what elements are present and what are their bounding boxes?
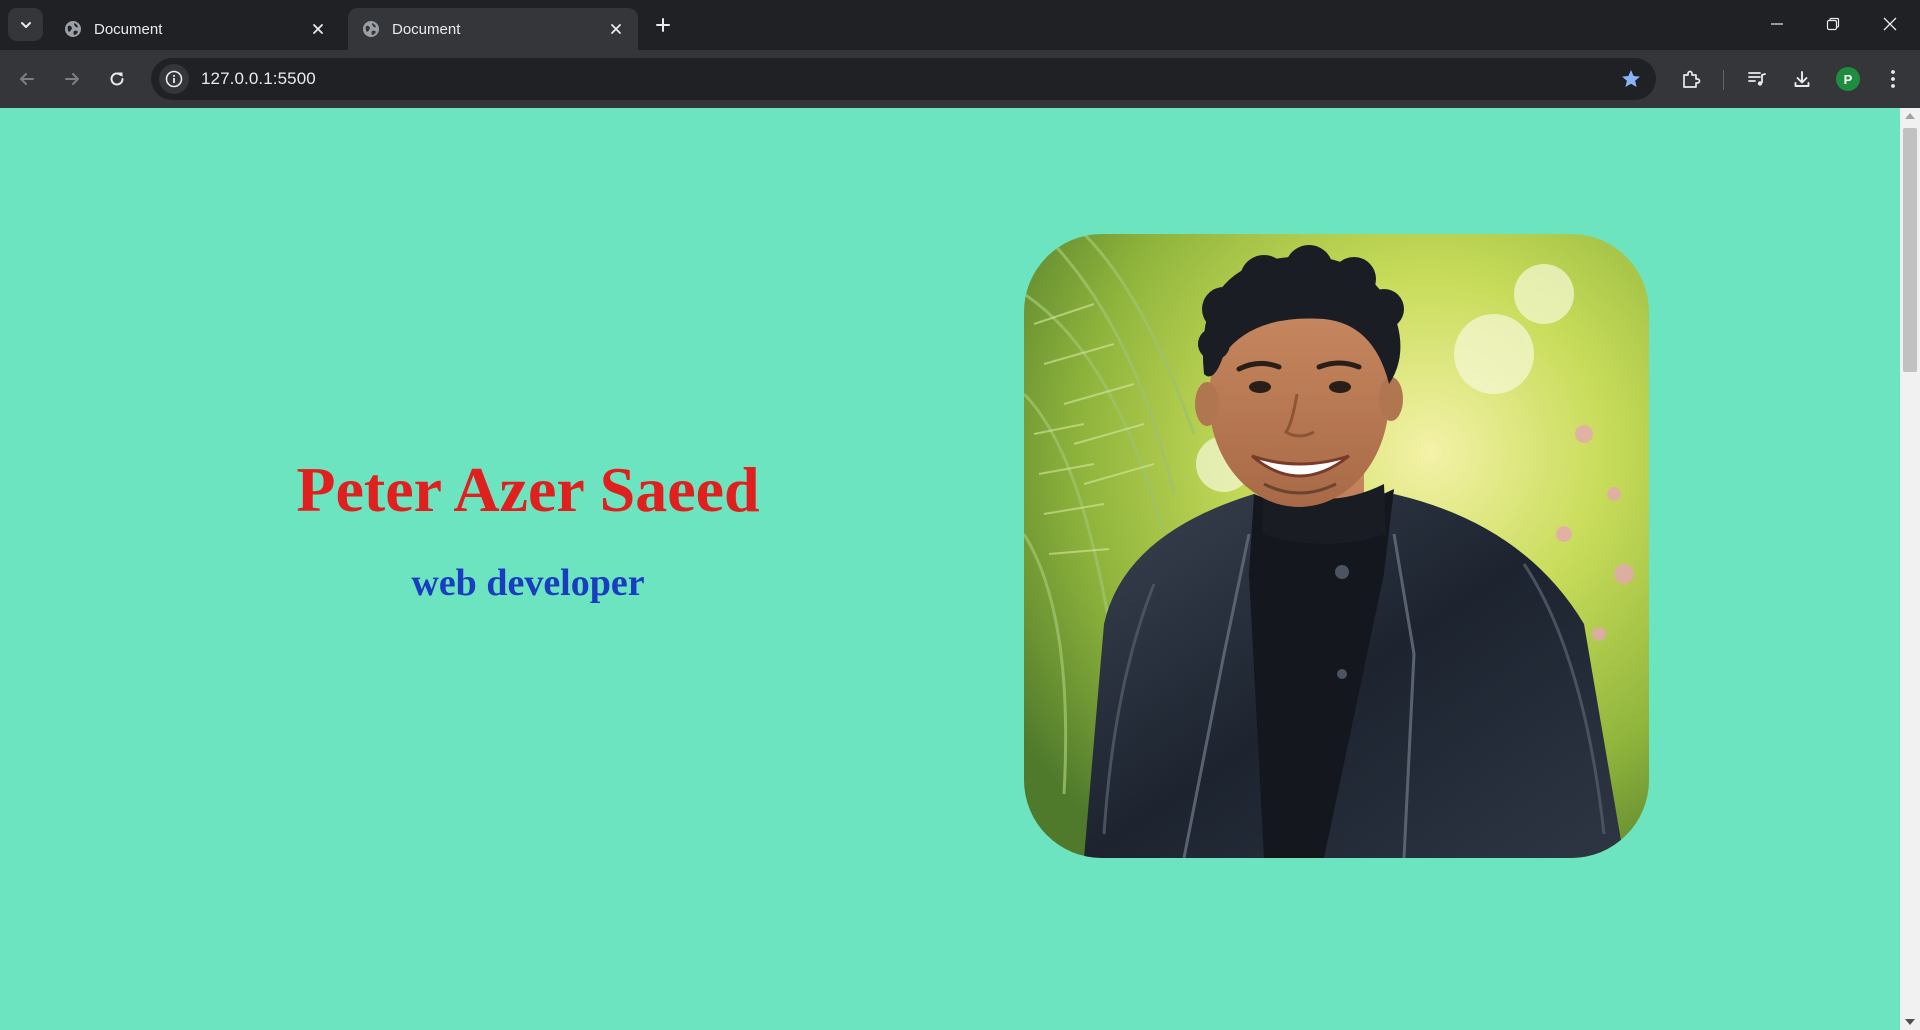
back-button[interactable] — [10, 62, 44, 96]
info-icon — [165, 70, 183, 88]
tab-search-button[interactable] — [8, 8, 43, 41]
person-name: Peter Azer Saeed — [296, 454, 760, 525]
portrait-image — [1024, 234, 1649, 858]
media-controls-button[interactable] — [1740, 62, 1774, 96]
globe-icon — [363, 21, 379, 37]
restore-button[interactable] — [1805, 0, 1861, 48]
tab-title: Document — [94, 20, 163, 38]
minimize-button[interactable] — [1749, 0, 1805, 48]
scroll-down-arrow[interactable] — [1905, 1019, 1915, 1025]
url-text[interactable]: 127.0.0.1:5500 — [201, 69, 316, 89]
download-icon — [1794, 71, 1810, 87]
new-tab-button[interactable] — [650, 12, 676, 38]
scroll-up-arrow[interactable] — [1905, 113, 1915, 119]
more-vertical-icon — [1891, 70, 1895, 88]
page-scrollbar[interactable] — [1900, 108, 1920, 1030]
close-tab-button[interactable] — [308, 19, 328, 39]
menu-button[interactable] — [1876, 62, 1910, 96]
forward-button[interactable] — [55, 62, 89, 96]
extensions-button[interactable] — [1674, 62, 1708, 96]
plus-icon — [656, 18, 670, 32]
minimize-icon — [1771, 23, 1783, 25]
globe-icon — [65, 21, 81, 37]
puzzle-icon — [1683, 70, 1701, 88]
close-tab-button[interactable] — [606, 19, 626, 39]
browser-toolbar: 127.0.0.1:5500 — [0, 50, 1920, 108]
close-window-button[interactable] — [1862, 0, 1918, 48]
tab-document-1[interactable]: Document — [50, 8, 340, 50]
site-info-button[interactable] — [159, 64, 189, 94]
reload-button[interactable] — [100, 62, 134, 96]
profile-photo — [1024, 234, 1649, 858]
close-icon — [1883, 17, 1897, 31]
scrollbar-thumb[interactable] — [1903, 128, 1917, 372]
downloads-button[interactable] — [1785, 62, 1819, 96]
playlist-icon — [1748, 72, 1766, 86]
tab-strip: Document Document — [0, 0, 1920, 50]
restore-icon — [1826, 17, 1840, 31]
close-icon — [313, 24, 323, 34]
job-title: web developer — [411, 562, 645, 604]
reload-icon — [110, 72, 124, 86]
bookmark-button[interactable] — [1618, 66, 1644, 92]
tab-document-2[interactable]: Document — [348, 8, 638, 50]
address-bar[interactable]: 127.0.0.1:5500 — [151, 58, 1656, 100]
arrow-right-icon — [65, 73, 79, 85]
close-icon — [611, 24, 621, 34]
toolbar-divider — [1723, 70, 1724, 90]
chevron-down-icon — [20, 21, 31, 28]
tab-title: Document — [392, 20, 461, 38]
star-icon — [1622, 70, 1640, 87]
page-viewport: Peter Azer Saeed web developer — [0, 108, 1900, 1030]
arrow-left-icon — [20, 73, 34, 85]
profile-avatar[interactable]: P — [1836, 67, 1860, 91]
